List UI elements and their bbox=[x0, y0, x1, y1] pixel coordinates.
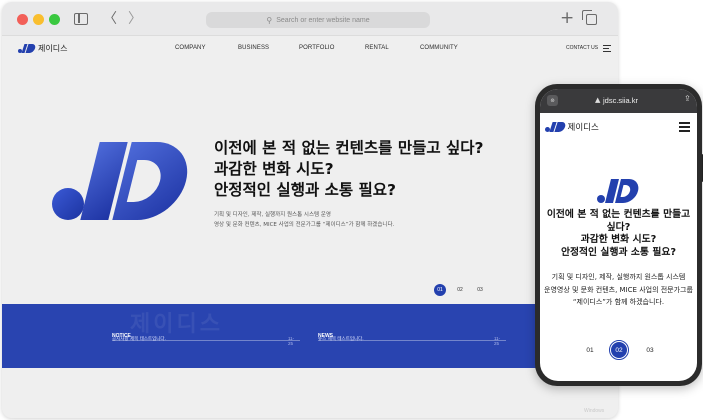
nav-item-rental[interactable]: RENTAL bbox=[365, 45, 389, 51]
mobile-slide-pager-02[interactable]: 02 bbox=[609, 340, 629, 360]
mobile-logo-text: 제이디스 bbox=[567, 123, 599, 133]
hero-description: 기획 및 디자인, 제작, 실행까지 원스톱 시스템 운영 영상 및 문화 컨텐… bbox=[214, 210, 474, 230]
notice-item-title[interactable]: 공지사항 제목 테스트입니다. bbox=[112, 336, 166, 342]
mobile-hero-title: 이전에 본 적 없는 컨텐츠를 만들고 싶다? 과감한 변화 시도? 안정적인 … bbox=[544, 209, 693, 259]
main-navigation: COMPANY BUSINESS PORTFOLIO RENTAL COMMUN… bbox=[2, 45, 618, 55]
hero-title-line: 과감한 변화 시도? bbox=[214, 160, 334, 178]
mobile-hero-logo-graphic bbox=[597, 179, 641, 203]
search-icon: ⚲ bbox=[266, 15, 273, 25]
contact-us-link[interactable]: CONTACT US bbox=[566, 45, 598, 51]
mobile-desc-line: “제이디스”가 함께 하겠습니다. bbox=[572, 298, 665, 306]
nav-item-community[interactable]: COMMUNITY bbox=[420, 45, 458, 51]
browser-toolbar: 〈 〉 ⚲ Search or enter website name + bbox=[2, 2, 618, 36]
maximize-window-button[interactable] bbox=[49, 14, 60, 25]
close-window-button[interactable] bbox=[17, 14, 28, 25]
hero-title-line: 안정적인 실행과 소통 필요? bbox=[214, 181, 397, 199]
share-icon[interactable]: ⇪ bbox=[684, 94, 691, 103]
website-viewport: 제이디스 COMPANY BUSINESS PORTFOLIO RENTAL C… bbox=[2, 36, 618, 418]
nav-item-portfolio[interactable]: PORTFOLIO bbox=[299, 45, 334, 51]
mobile-slide-pager-01[interactable]: 01 bbox=[582, 342, 598, 358]
hero-title-line: 이전에 본 적 없는 컨텐츠를 만들고 싶다? bbox=[214, 139, 484, 157]
mobile-url-text[interactable]: jdsc.siia.kr bbox=[603, 96, 638, 105]
hero-desc-line: 영상 및 문화 컨텐츠, MICE 사업의 전문가그룹 “제이디스”가 함께 하… bbox=[214, 222, 395, 228]
mobile-title-line: 과감한 변화 시도? bbox=[580, 234, 657, 245]
jds-logo-mark-icon bbox=[545, 122, 567, 132]
hero-desc-line: 기획 및 디자인, 제작, 실행까지 원스톱 시스템 운영 bbox=[214, 212, 331, 218]
mobile-screen: ⊜ ▲ jdsc.siia.kr ⇪ 제이디스 이전에 본 적 없는 컨텐츠를 … bbox=[540, 89, 697, 381]
reader-mode-icon[interactable]: ⊜ bbox=[547, 95, 558, 106]
hero-title: 이전에 본 적 없는 컨텐츠를 만들고 싶다? 과감한 변화 시도? 안정적인 … bbox=[214, 138, 514, 201]
address-placeholder: Search or enter website name bbox=[276, 16, 370, 24]
nav-item-business[interactable]: BUSINESS bbox=[238, 45, 269, 51]
tab-overview-icon[interactable] bbox=[582, 10, 597, 25]
news-item-title[interactable]: 뉴스 제목 테스트입니다. bbox=[318, 336, 364, 342]
notice-divider bbox=[112, 340, 300, 341]
windows-watermark: Windows bbox=[584, 408, 605, 414]
mobile-title-line: 싶다? bbox=[606, 221, 631, 233]
notice-item-date: 11-25 bbox=[288, 336, 295, 346]
mobile-site-logo[interactable]: 제이디스 bbox=[545, 121, 599, 133]
menu-hamburger-icon[interactable] bbox=[603, 45, 611, 54]
mobile-hero-description: 기획 및 디자인, 제작, 실행까지 원스톱 시스템 운영영상 및 문화 컨텐츠… bbox=[544, 271, 693, 309]
sidebar-toggle-icon[interactable] bbox=[74, 13, 88, 25]
desktop-browser-window: 〈 〉 ⚲ Search or enter website name + 제이디… bbox=[2, 2, 618, 418]
lock-icon: ▲ bbox=[595, 96, 601, 104]
mobile-title-line: 안정적인 실행과 소통 필요? bbox=[560, 246, 677, 258]
showcase-stage: 〈 〉 ⚲ Search or enter website name + 제이디… bbox=[0, 0, 703, 420]
back-arrow-icon[interactable]: 〈 bbox=[103, 10, 117, 28]
mobile-phone-mockup: ⊜ ▲ jdsc.siia.kr ⇪ 제이디스 이전에 본 적 없는 컨텐츠를 … bbox=[535, 84, 703, 386]
nav-item-company[interactable]: COMPANY bbox=[175, 45, 206, 51]
news-section: NEWS 뉴스 제목 테스트입니다. 11-25 bbox=[318, 322, 500, 346]
mobile-site-header: 제이디스 bbox=[540, 113, 697, 139]
notice-news-band: 제이디스 NOTICE 공지사항 제목 테스트입니다. 11-25 NEWS 뉴… bbox=[2, 304, 618, 368]
mobile-desc-line: 운영영상 및 문화 컨텐츠, MICE 사업의 전문가그룹 bbox=[544, 285, 693, 294]
mobile-address-bar[interactable]: ⊜ ▲ jdsc.siia.kr ⇪ bbox=[540, 89, 697, 113]
slide-pager-03[interactable]: 03 bbox=[474, 284, 486, 296]
new-tab-plus-icon[interactable]: + bbox=[560, 8, 574, 28]
mobile-title-line: 이전에 본 적 없는 컨텐츠를 만들고 bbox=[546, 209, 691, 220]
minimize-window-button[interactable] bbox=[33, 14, 44, 25]
slide-pager-02[interactable]: 02 bbox=[454, 284, 466, 296]
news-divider bbox=[318, 340, 506, 341]
mobile-desc-line: 기획 및 디자인, 제작, 실행까지 원스톱 시스템 bbox=[551, 273, 686, 281]
forward-arrow-icon[interactable]: 〉 bbox=[128, 10, 142, 28]
slide-pager-01[interactable]: 01 bbox=[434, 284, 446, 296]
notice-section: NOTICE 공지사항 제목 테스트입니다. 11-25 bbox=[112, 322, 294, 346]
hero-logo-graphic bbox=[52, 140, 196, 224]
mobile-slide-pager-03[interactable]: 03 bbox=[642, 342, 658, 358]
band-watermark: 제이디스 bbox=[130, 312, 223, 337]
address-bar[interactable]: ⚲ Search or enter website name bbox=[206, 12, 430, 28]
news-item-date: 11-25 bbox=[494, 336, 501, 346]
mobile-menu-hamburger-icon[interactable] bbox=[679, 122, 690, 134]
